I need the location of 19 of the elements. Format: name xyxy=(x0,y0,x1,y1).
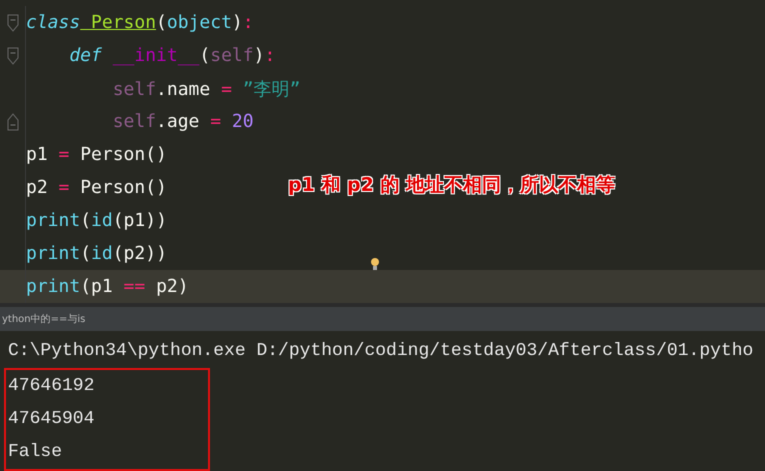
code-line: p2 = Person() xyxy=(26,177,168,198)
fold-icon[interactable] xyxy=(6,14,18,32)
code-line: self.name = ”李明” xyxy=(112,78,302,100)
fold-icon[interactable] xyxy=(6,46,18,64)
code-line: self.age = 20 xyxy=(112,111,255,132)
console-output: 47646192 xyxy=(7,375,96,398)
code-line: class Person(object): xyxy=(26,12,255,33)
run-tab[interactable]: ython中的==与is xyxy=(0,312,88,326)
console-output: False xyxy=(7,441,64,464)
lightbulb-icon[interactable] xyxy=(370,257,380,271)
code-line: def __init__(self): xyxy=(68,45,276,66)
code-line: print(p1 == p2) xyxy=(26,276,190,297)
code-line: p1 = Person() xyxy=(26,144,168,165)
fold-icon[interactable] xyxy=(6,112,18,130)
console-command: C:\Python34\python.exe D:/python/coding/testday03/Afterclass/01.pytho xyxy=(7,340,754,363)
console-output: 47645904 xyxy=(7,408,96,431)
code-line: print(id(p2)) xyxy=(26,243,168,264)
annotation-text: p1 和 p2 的 地址不相同，所以不相等 xyxy=(288,173,616,198)
code-line: print(id(p1)) xyxy=(26,210,168,231)
